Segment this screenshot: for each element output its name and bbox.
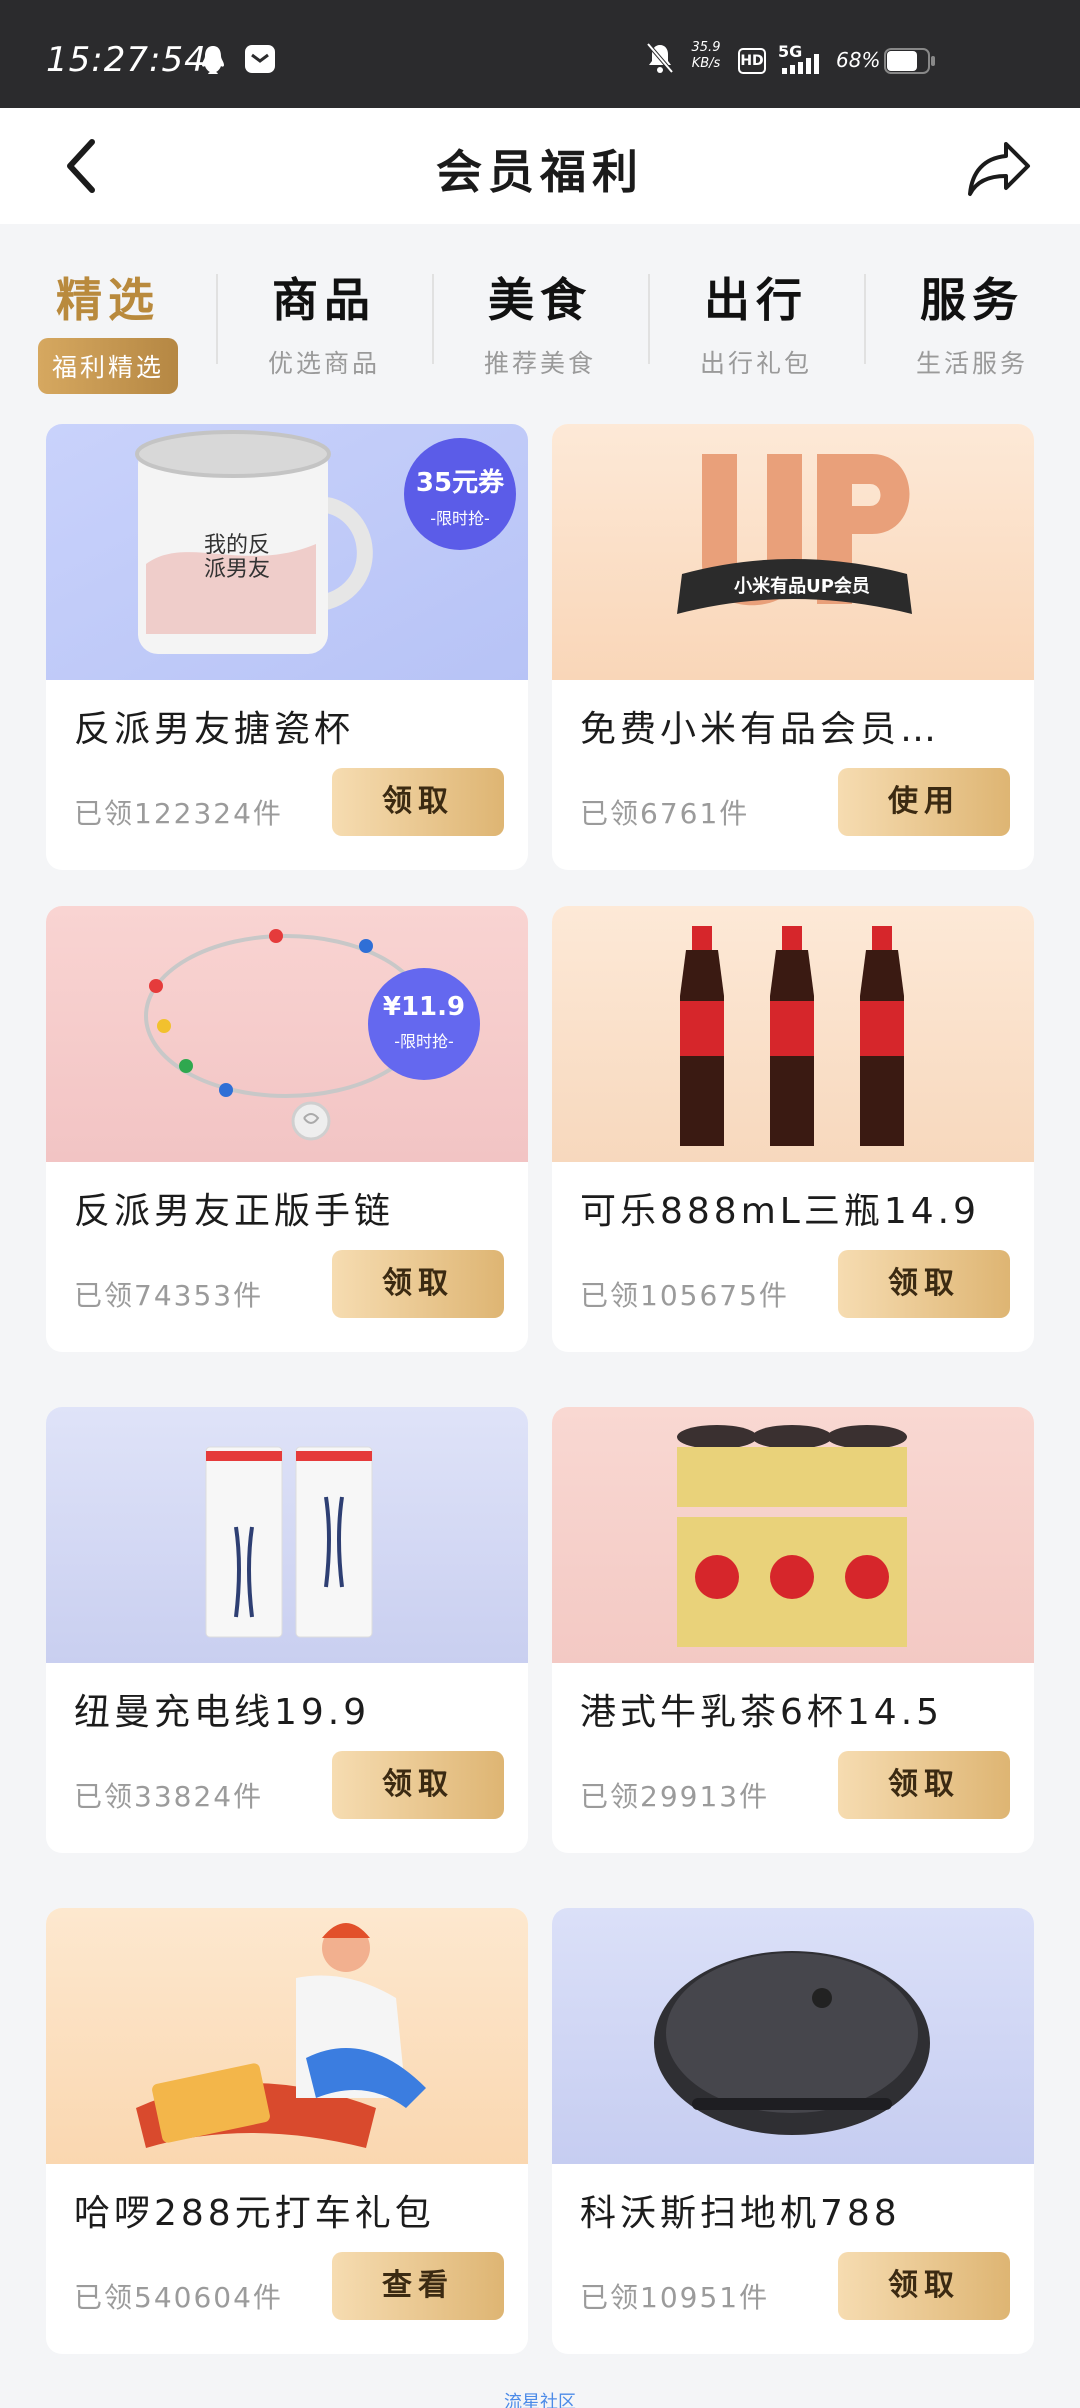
card-title: 反派男友搪瓷杯	[74, 709, 355, 750]
claim-button[interactable]: 领取	[838, 1250, 1010, 1318]
claim-button[interactable]: 领取	[838, 1751, 1010, 1819]
tab-title: 精选	[56, 273, 160, 327]
card-title: 港式牛乳茶6杯14.5	[580, 1692, 944, 1733]
status-time: 15:27:54	[46, 40, 207, 80]
ride-package-image	[46, 1908, 528, 2164]
claimed-count: 已领122324件	[74, 797, 283, 830]
battery-percent: 68%	[836, 48, 881, 72]
net-speed-unit: KB/s	[691, 56, 721, 71]
page-title: 会员福利	[436, 145, 644, 199]
hd-badge: HD	[738, 48, 766, 74]
badge-sub-text: -限时抢-	[394, 1032, 454, 1051]
header: 会员福利	[0, 108, 1080, 224]
product-card-milk-tea[interactable]: 港式牛乳茶6杯14.5 已领29913件 领取	[552, 1407, 1034, 1853]
net-speed-value: 35.9	[691, 40, 721, 55]
claim-button[interactable]: 领取	[332, 1751, 504, 1819]
tab-subtitle: 优选商品	[267, 349, 380, 378]
product-card-up-membership[interactable]: 小米有品UP会员 免费小米有品会员… 已领6761件 使用	[552, 424, 1034, 870]
category-tabs: 精选 福利精选 商品 优选商品 美食 推荐美食 出行 出行礼包 服务 生活服务	[0, 224, 1080, 400]
product-card-charging-cable[interactable]: 纽曼充电线19.9 已领33824件 领取	[46, 1407, 528, 1853]
claimed-count: 已领29913件	[580, 1780, 770, 1813]
card-title: 哈啰288元打车礼包	[74, 2193, 435, 2234]
product-card-cola[interactable]: 可乐888mL三瓶14.9 已领105675件 领取	[552, 906, 1034, 1352]
claim-button[interactable]: 领取	[332, 768, 504, 836]
battery-icon	[884, 48, 935, 74]
claimed-count: 已领33824件	[74, 1780, 264, 1813]
card-title: 科沃斯扫地机788	[580, 2193, 901, 2234]
claimed-count: 已领10951件	[580, 2281, 770, 2314]
tab-subtitle: 出行礼包	[699, 349, 812, 378]
claimed-count: 已领540604件	[74, 2281, 283, 2314]
tab-title: 出行	[704, 273, 808, 327]
tab-products[interactable]: 商品 优选商品	[216, 242, 432, 392]
card-title: 纽曼充电线19.9	[74, 1692, 371, 1733]
claimed-count: 已领105675件	[580, 1279, 789, 1312]
tab-subtitle: 福利精选	[37, 338, 178, 394]
card-title: 反派男友正版手链	[74, 1191, 395, 1232]
tab-featured[interactable]: 精选 福利精选	[0, 242, 216, 394]
cola-bottles-image	[552, 906, 1034, 1162]
community-link[interactable]: 流星社区	[0, 2388, 1080, 2408]
robot-vacuum-image	[552, 1908, 1034, 2164]
tab-subtitle: 推荐美食	[483, 349, 596, 378]
status-bar: 15:27:54 35.9 KB/s HD 5G 68%	[0, 0, 1080, 108]
message-icon	[245, 45, 275, 73]
banner-text: 小米有品UP会员	[734, 576, 870, 597]
charging-cable-image	[46, 1407, 528, 1663]
share-icon[interactable]	[966, 138, 1032, 198]
claim-button[interactable]: 领取	[838, 2252, 1010, 2320]
milk-tea-cups-image	[552, 1407, 1034, 1663]
coupon-badge: 35元券 -限时抢-	[404, 438, 516, 550]
mute-bell-icon	[646, 42, 674, 74]
qq-icon	[202, 46, 224, 74]
use-button[interactable]: 使用	[838, 768, 1010, 836]
product-card-bracelet[interactable]: ¥11.9 -限时抢- 反派男友正版手链 已领74353件 领取	[46, 906, 528, 1352]
tab-food[interactable]: 美食 推荐美食	[432, 242, 648, 392]
tab-title: 美食	[488, 273, 592, 327]
product-card-ride-package[interactable]: 哈啰288元打车礼包 已领540604件 查看	[46, 1908, 528, 2354]
up-membership-image	[552, 424, 1034, 680]
badge-main-text: ¥11.9	[382, 992, 466, 1022]
tab-services[interactable]: 服务 生活服务	[864, 242, 1080, 392]
claim-button[interactable]: 领取	[332, 1250, 504, 1318]
signal-icon	[782, 54, 819, 74]
tab-subtitle: 生活服务	[915, 349, 1028, 378]
price-badge: ¥11.9 -限时抢-	[368, 968, 480, 1080]
product-card-mug[interactable]: 我的反派男友 35元券 -限时抢- 反派男友搪瓷杯 已领122324件 领取	[46, 424, 528, 870]
net-speed: 35.9 KB/s	[686, 40, 726, 72]
tab-travel[interactable]: 出行 出行礼包	[648, 242, 864, 392]
product-card-robot-vacuum[interactable]: 科沃斯扫地机788 已领10951件 领取	[552, 1908, 1034, 2354]
card-title: 免费小米有品会员…	[580, 709, 941, 750]
tab-title: 商品	[272, 273, 376, 327]
claimed-count: 已领74353件	[74, 1279, 264, 1312]
card-title: 可乐888mL三瓶14.9	[580, 1191, 980, 1232]
mug-print-text: 我的反派男友	[204, 533, 271, 582]
claimed-count: 已领6761件	[580, 797, 750, 830]
tab-title: 服务	[920, 273, 1024, 327]
view-button[interactable]: 查看	[332, 2252, 504, 2320]
badge-sub-text: -限时抢-	[430, 509, 490, 528]
badge-main-text: 35元券	[415, 468, 505, 498]
